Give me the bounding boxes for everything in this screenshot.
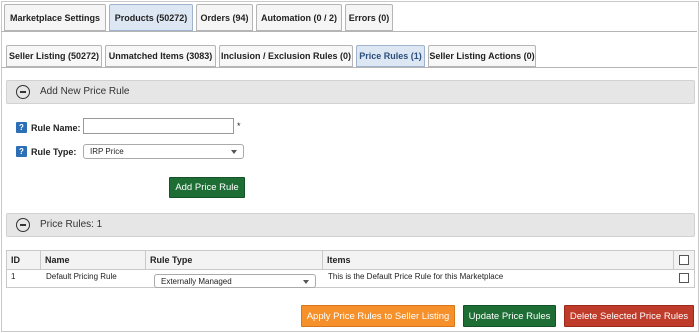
column-divider	[673, 251, 674, 270]
collapse-icon[interactable]	[16, 85, 30, 99]
top-tab-errors[interactable]: Errors (0)	[345, 4, 393, 31]
row-items: This is the Default Price Rule for this …	[328, 272, 504, 281]
rule-name-input[interactable]	[83, 118, 234, 134]
add-price-rule-header: Add New Price Rule	[6, 80, 695, 104]
rule-type-label: Rule Type:	[31, 147, 77, 157]
rule-type-value: IRP Price	[90, 147, 124, 156]
sub-tab-inclusion-exclusion-rules[interactable]: Inclusion / Exclusion Rules (0)	[219, 45, 353, 67]
rule-type-select[interactable]: IRP Price	[83, 144, 244, 159]
sub-tab-seller-listing-actions[interactable]: Seller Listing Actions (0)	[428, 45, 536, 67]
sub-tab-price-rules[interactable]: Price Rules (1)	[356, 45, 425, 67]
top-tab-automation[interactable]: Automation (0 / 2)	[256, 4, 342, 31]
rule-name-label: Rule Name:	[31, 123, 81, 133]
column-header-id: ID	[11, 255, 20, 265]
sub-tabs-divider	[1, 67, 697, 68]
collapse-icon[interactable]	[16, 218, 30, 232]
price-rules-count: Price Rules: 1	[40, 219, 103, 230]
chevron-down-icon	[303, 280, 309, 284]
sub-tab-seller-listing[interactable]: Seller Listing (50272)	[6, 45, 102, 67]
row-rule-type-select[interactable]: Externally Managed	[154, 274, 316, 288]
column-header-items: Items	[327, 255, 351, 265]
row-id: 1	[11, 272, 16, 281]
chevron-down-icon	[231, 150, 237, 154]
price-rules-table: ID Name Rule Type Items 1 Default Pricin…	[6, 250, 695, 288]
column-header-name: Name	[45, 255, 70, 265]
price-rules-header: Price Rules: 1	[6, 213, 695, 237]
required-marker: *	[237, 121, 241, 131]
help-icon[interactable]: ?	[16, 146, 27, 157]
select-all-checkbox[interactable]	[679, 255, 689, 265]
apply-price-rules-button[interactable]: Apply Price Rules to Seller Listing	[301, 305, 455, 327]
delete-selected-price-rules-button[interactable]: Delete Selected Price Rules	[564, 305, 694, 327]
help-icon[interactable]: ?	[16, 122, 27, 133]
add-price-rule-button[interactable]: Add Price Rule	[169, 177, 245, 198]
row-select-checkbox[interactable]	[679, 273, 689, 283]
row-rule-type-value: Externally Managed	[161, 277, 232, 286]
top-tab-marketplace-settings[interactable]: Marketplace Settings	[4, 4, 106, 31]
sub-tab-unmatched-items[interactable]: Unmatched Items (3083)	[105, 45, 216, 67]
top-tabs-divider	[1, 31, 697, 32]
row-name: Default Pricing Rule	[46, 272, 117, 281]
top-tab-orders[interactable]: Orders (94)	[196, 4, 253, 31]
column-header-rule-type: Rule Type	[150, 255, 193, 265]
update-price-rules-button[interactable]: Update Price Rules	[463, 305, 556, 327]
add-price-rule-title: Add New Price Rule	[40, 86, 130, 97]
top-tab-products[interactable]: Products (50272)	[109, 4, 193, 31]
